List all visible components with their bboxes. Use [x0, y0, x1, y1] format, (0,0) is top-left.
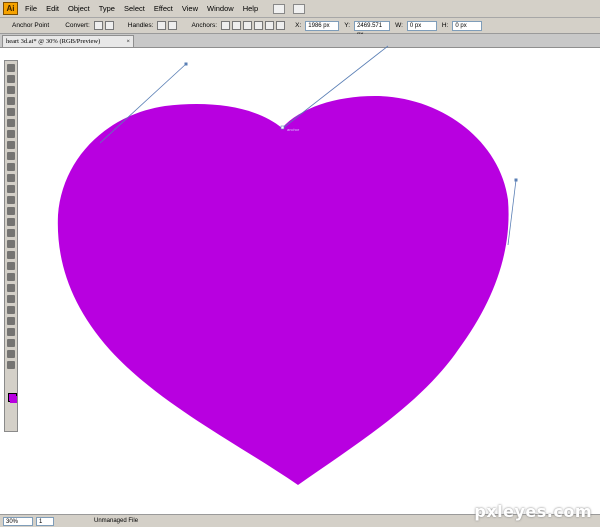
pencil-tool-icon[interactable]	[7, 163, 15, 171]
column-graph-tool-icon[interactable]	[7, 251, 15, 259]
gradient-tool-icon[interactable]	[7, 273, 15, 281]
free-transform-tool-icon[interactable]	[7, 229, 15, 237]
type-tool-icon[interactable]	[7, 119, 15, 127]
watermark: pxleyes.com	[474, 502, 592, 521]
hand-tool-icon[interactable]	[7, 350, 15, 358]
live-paint-selection-tool-icon[interactable]	[7, 317, 15, 325]
anchor-hint-label: anchor	[287, 127, 300, 132]
pen-tool-icon[interactable]	[7, 108, 15, 116]
eraser-tool-icon[interactable]	[7, 185, 15, 193]
handle-point-right[interactable]	[514, 178, 518, 182]
file-status: Unmanaged File	[94, 518, 139, 524]
scale-tool-icon[interactable]	[7, 207, 15, 215]
zoom-field[interactable]: 30%	[3, 516, 33, 526]
heart-shape[interactable]	[57, 96, 509, 485]
stroke-color-swatch[interactable]	[10, 396, 17, 403]
direct-selection-tool-icon[interactable]	[7, 75, 15, 83]
anchor-point-top[interactable]	[280, 125, 285, 130]
warp-tool-icon[interactable]	[7, 218, 15, 226]
live-paint-tool-icon[interactable]	[7, 306, 15, 314]
slice-tool-icon[interactable]	[7, 339, 15, 347]
artwork-layer: anchor	[57, 45, 518, 485]
handle-point-left[interactable]	[184, 62, 188, 66]
direction-handle-right[interactable]	[507, 179, 517, 246]
mesh-tool-icon[interactable]	[7, 262, 15, 270]
line-tool-icon[interactable]	[7, 130, 15, 138]
lasso-tool-icon[interactable]	[7, 97, 15, 105]
rotate-tool-icon[interactable]	[7, 196, 15, 204]
rectangle-tool-icon[interactable]	[7, 141, 15, 149]
artboard-tool-icon[interactable]	[7, 328, 15, 336]
artboard-field[interactable]: 1	[36, 516, 54, 526]
magic-wand-tool-icon[interactable]	[7, 86, 15, 94]
eyedropper-tool-icon[interactable]	[7, 284, 15, 292]
paintbrush-tool-icon[interactable]	[7, 152, 15, 160]
tools-panel	[4, 60, 18, 432]
blob-brush-tool-icon[interactable]	[7, 174, 15, 182]
zoom-tool-icon[interactable]	[7, 361, 15, 369]
blend-tool-icon[interactable]	[7, 295, 15, 303]
symbol-sprayer-tool-icon[interactable]	[7, 240, 15, 248]
selection-tool-icon[interactable]	[7, 64, 15, 72]
